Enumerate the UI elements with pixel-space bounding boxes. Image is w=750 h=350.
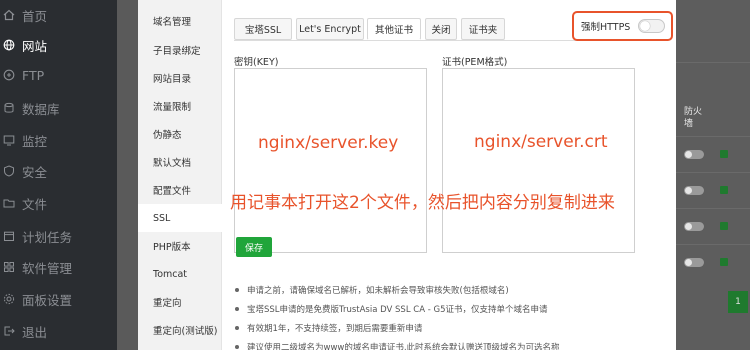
sidebar-item-monitor[interactable]: 监控 <box>0 125 117 155</box>
key-field-label: 密钥(KEY) <box>234 57 279 68</box>
sidebar-item-database[interactable]: 数据库 <box>0 93 117 123</box>
database-icon <box>2 101 16 115</box>
firewall-toggle[interactable] <box>684 150 704 159</box>
modal-backdrop <box>117 0 138 350</box>
modal-nav-default-doc[interactable]: 默认文档 <box>138 148 222 176</box>
tab-cert-folder[interactable]: 证书夹 <box>461 18 505 40</box>
sidebar-item-panel-settings[interactable]: 面板设置 <box>0 284 117 314</box>
force-https-toggle[interactable] <box>638 19 666 33</box>
sidebar-item-logout[interactable]: 退出 <box>0 316 117 346</box>
modal-nav-tomcat[interactable]: Tomcat <box>138 260 222 288</box>
modal-nav-config[interactable]: 配置文件 <box>138 176 222 204</box>
cert-textarea[interactable] <box>442 68 635 253</box>
firewall-toggle[interactable] <box>684 222 704 231</box>
action-icon[interactable] <box>720 222 728 230</box>
action-icon[interactable] <box>720 186 728 194</box>
firewall-toggle[interactable] <box>684 258 704 267</box>
modal-nav-domain[interactable]: 域名管理 <box>138 7 222 35</box>
sidebar: 首页 网站 FTP 数据库 监控 安全 文件 计划任务 软件管理 面板设置 退出 <box>0 0 117 350</box>
modal-nav-redirect[interactable]: 重定向 <box>138 288 222 316</box>
sidebar-item-security[interactable]: 安全 <box>0 156 117 186</box>
modal-nav-php[interactable]: PHP版本 <box>138 232 222 260</box>
modal-nav-rewrite[interactable]: 伪静态 <box>138 120 222 148</box>
force-https-highlight: 强制HTTPS <box>572 11 673 41</box>
tip-text: 有效期1年，不支持续签，到期后需要重新申请 <box>247 323 423 334</box>
list-item: 宝塔SSL申请的是免费版TrustAsia DV SSL CA - G5证书，仅… <box>235 299 665 318</box>
sidebar-item-home[interactable]: 首页 <box>0 0 117 30</box>
sidebar-item-website[interactable]: 网站 <box>0 30 117 60</box>
tips-list: 申请之前，请确保域名已解析，如未解析会导致审核失败(包括根域名) 宝塔SSL申请… <box>235 280 665 350</box>
sidebar-item-label: 面板设置 <box>22 292 73 308</box>
firewall-column-header: 防火墙 <box>684 107 703 129</box>
monitor-icon <box>2 133 16 147</box>
tip-text: 宝塔SSL申请的是免费版TrustAsia DV SSL CA - G5证书，仅… <box>247 304 548 315</box>
sidebar-item-label: 计划任务 <box>22 229 73 245</box>
tab-other-cert[interactable]: 其他证书 <box>367 18 421 40</box>
cert-file-annotation: nginx/server.crt <box>474 132 608 152</box>
globe-icon <box>2 38 16 52</box>
bullet <box>235 344 239 349</box>
divider <box>676 136 750 137</box>
modal-nav-traffic[interactable]: 流量限制 <box>138 92 222 120</box>
sidebar-item-cron[interactable]: 计划任务 <box>0 221 117 251</box>
sidebar-item-label: 安全 <box>22 164 48 180</box>
save-button[interactable]: 保存 <box>236 237 272 257</box>
action-icon[interactable] <box>720 150 728 158</box>
pagination-current-page[interactable]: 1 <box>728 291 748 313</box>
sidebar-item-ftp[interactable]: FTP <box>0 60 117 90</box>
sidebar-item-label: 监控 <box>22 133 48 149</box>
tab-close[interactable]: 关闭 <box>425 18 457 40</box>
home-icon <box>2 8 16 22</box>
ftp-icon <box>2 68 16 82</box>
bullet <box>235 287 239 292</box>
divider <box>676 172 750 173</box>
tip-text: 建议使用二级域名为www的域名申请证书,此时系统会默认赠送顶级域名为可选名称 <box>247 342 560 350</box>
shield-icon <box>2 164 16 178</box>
bullet <box>235 325 239 330</box>
key-file-annotation: nginx/server.key <box>258 133 399 153</box>
modal-nav-subdir[interactable]: 子目录绑定 <box>138 36 222 64</box>
logout-icon <box>2 324 16 338</box>
list-item: 申请之前，请确保域名已解析，如未解析会导致审核失败(包括根域名) <box>235 280 665 299</box>
instruction-annotation: 用记事本打开这2个文件，然后把内容分别复制进来 <box>230 193 615 213</box>
toggle-knob <box>640 21 651 31</box>
modal-nav: 域名管理 子目录绑定 网站目录 流量限制 伪静态 默认文档 配置文件 SSL P… <box>138 0 224 350</box>
sidebar-item-label: 首页 <box>22 8 48 24</box>
calendar-icon <box>2 229 16 243</box>
sidebar-item-label: 退出 <box>22 324 48 340</box>
list-item: 建议使用二级域名为www的域名申请证书,此时系统会默认赠送顶级域名为可选名称 <box>235 337 665 350</box>
firewall-toggle[interactable] <box>684 186 704 195</box>
tip-text: 申请之前，请确保域名已解析，如未解析会导致审核失败(包括根域名) <box>247 285 509 296</box>
gear-icon <box>2 292 16 306</box>
background-page: 防火墙 1 <box>676 0 750 350</box>
sidebar-item-label: 软件管理 <box>22 260 73 276</box>
sidebar-item-files[interactable]: 文件 <box>0 188 117 218</box>
sidebar-item-label: FTP <box>22 67 45 83</box>
modal-nav-redirect-beta[interactable]: 重定向(测试版) <box>138 316 222 344</box>
modal-nav-site-dir[interactable]: 网站目录 <box>138 64 222 92</box>
force-https-label: 强制HTTPS <box>581 22 631 33</box>
tab-lets-encrypt[interactable]: Let's Encrypt <box>296 18 364 40</box>
sidebar-item-label: 数据库 <box>22 101 60 117</box>
grid-icon <box>2 260 16 274</box>
modal-nav-ssl[interactable]: SSL <box>138 204 224 232</box>
sidebar-item-label: 文件 <box>22 196 48 212</box>
folder-icon <box>2 196 16 210</box>
cert-field-label: 证书(PEM格式) <box>442 57 508 68</box>
sidebar-item-software[interactable]: 软件管理 <box>0 252 117 282</box>
site-settings-modal: 域名管理 子目录绑定 网站目录 流量限制 伪静态 默认文档 配置文件 SSL P… <box>138 0 676 350</box>
key-textarea[interactable] <box>234 68 427 253</box>
divider <box>676 208 750 209</box>
list-item: 有效期1年，不支持续签，到期后需要重新申请 <box>235 318 665 337</box>
divider <box>676 62 750 63</box>
divider <box>676 244 750 245</box>
tab-baota-ssl[interactable]: 宝塔SSL <box>234 18 292 40</box>
sidebar-item-label: 网站 <box>22 38 48 54</box>
action-icon[interactable] <box>720 258 728 266</box>
bullet <box>235 306 239 311</box>
